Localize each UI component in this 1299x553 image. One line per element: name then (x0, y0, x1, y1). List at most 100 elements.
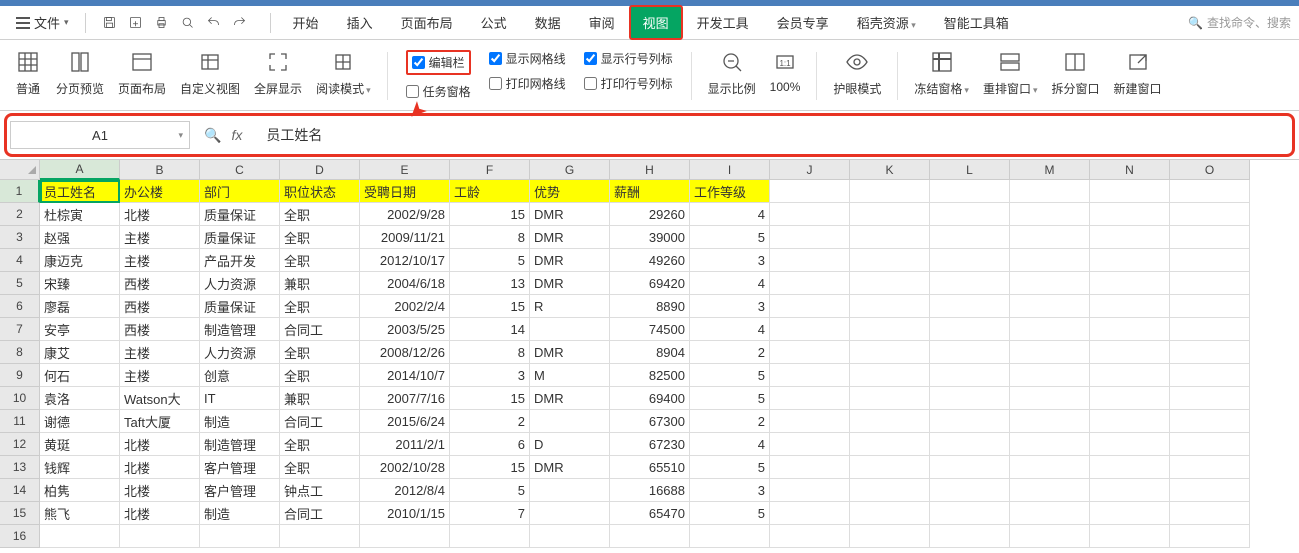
table-cell[interactable]: 5 (450, 479, 530, 502)
table-cell[interactable]: 全职 (280, 364, 360, 387)
table-cell[interactable]: 65510 (610, 456, 690, 479)
table-cell[interactable]: R (530, 295, 610, 318)
col-header-H[interactable]: H (610, 160, 690, 180)
table-cell[interactable]: 全职 (280, 295, 360, 318)
table-header-cell[interactable]: 办公楼 (120, 180, 200, 203)
col-header-J[interactable]: J (770, 160, 850, 180)
table-cell[interactable] (770, 433, 850, 456)
table-cell[interactable] (200, 525, 280, 548)
tab-start[interactable]: 开始 (279, 5, 333, 40)
table-cell[interactable]: 8 (450, 226, 530, 249)
table-cell[interactable]: 主楼 (120, 364, 200, 387)
table-cell[interactable]: 全职 (280, 226, 360, 249)
table-header-cell[interactable]: 工龄 (450, 180, 530, 203)
view-normal[interactable]: 普通 (10, 48, 46, 97)
table-cell[interactable]: 4 (690, 433, 770, 456)
table-cell[interactable] (1170, 433, 1250, 456)
print-icon[interactable] (154, 15, 170, 31)
table-cell[interactable]: 谢德 (40, 410, 120, 433)
table-cell[interactable]: 人力资源 (200, 272, 280, 295)
table-cell[interactable]: 制造 (200, 410, 280, 433)
table-cell[interactable] (1010, 249, 1090, 272)
table-cell[interactable]: 2 (690, 341, 770, 364)
table-cell[interactable]: 8890 (610, 295, 690, 318)
table-cell[interactable]: 69420 (610, 272, 690, 295)
table-cell[interactable]: 主楼 (120, 226, 200, 249)
undo-icon[interactable] (206, 15, 222, 31)
cell-grid[interactable]: 员工姓名办公楼部门职位状态受聘日期工龄优势薪酬工作等级杜棕寅北楼质量保证全职20… (40, 180, 1250, 548)
table-cell[interactable]: 钟点工 (280, 479, 360, 502)
select-all-corner[interactable] (0, 160, 40, 180)
table-cell[interactable] (850, 364, 930, 387)
table-header-cell[interactable] (1170, 180, 1250, 203)
table-cell[interactable]: 康艾 (40, 341, 120, 364)
table-cell[interactable] (1010, 203, 1090, 226)
table-cell[interactable]: 2002/2/4 (360, 295, 450, 318)
table-cell[interactable]: 北楼 (120, 479, 200, 502)
tab-member[interactable]: 会员专享 (763, 5, 843, 40)
fx-icon[interactable]: fx (231, 127, 242, 143)
table-cell[interactable] (360, 525, 450, 548)
table-cell[interactable]: IT (200, 387, 280, 410)
table-cell[interactable] (1010, 525, 1090, 548)
table-cell[interactable]: 主楼 (120, 249, 200, 272)
table-cell[interactable] (1170, 249, 1250, 272)
table-cell[interactable]: 15 (450, 203, 530, 226)
table-cell[interactable]: 82500 (610, 364, 690, 387)
redo-icon[interactable] (232, 15, 248, 31)
table-cell[interactable] (610, 525, 690, 548)
view-page-layout[interactable]: 页面布局 (114, 48, 170, 97)
table-cell[interactable]: 29260 (610, 203, 690, 226)
eye-protect[interactable]: 护眼模式 (829, 48, 885, 97)
table-cell[interactable] (1090, 226, 1170, 249)
table-cell[interactable]: 2010/1/15 (360, 502, 450, 525)
table-cell[interactable] (1090, 203, 1170, 226)
row-header[interactable]: 3 (0, 226, 40, 249)
table-cell[interactable] (770, 364, 850, 387)
table-cell[interactable]: 宋臻 (40, 272, 120, 295)
tab-insert[interactable]: 插入 (333, 5, 387, 40)
table-cell[interactable]: 质量保证 (200, 295, 280, 318)
table-header-cell[interactable] (1090, 180, 1170, 203)
check-show-gridlines-input[interactable] (489, 52, 502, 65)
table-cell[interactable] (1090, 249, 1170, 272)
table-cell[interactable] (770, 479, 850, 502)
table-cell[interactable] (1090, 433, 1170, 456)
view-reading-mode[interactable]: 阅读模式 (312, 48, 375, 97)
table-cell[interactable] (1170, 226, 1250, 249)
table-cell[interactable]: 北楼 (120, 456, 200, 479)
check-edit-bar-input[interactable] (412, 56, 425, 69)
chevron-down-icon[interactable]: ▾ (178, 130, 183, 141)
table-cell[interactable] (1010, 410, 1090, 433)
check-print-gridlines[interactable]: 打印网格线 (489, 75, 566, 92)
table-header-cell[interactable]: 部门 (200, 180, 280, 203)
table-cell[interactable] (1090, 387, 1170, 410)
table-cell[interactable]: 赵强 (40, 226, 120, 249)
table-cell[interactable] (690, 525, 770, 548)
table-cell[interactable]: 2012/10/17 (360, 249, 450, 272)
table-cell[interactable]: 15 (450, 456, 530, 479)
tab-page-layout[interactable]: 页面布局 (387, 5, 467, 40)
table-cell[interactable]: 康迈克 (40, 249, 120, 272)
table-cell[interactable]: D (530, 433, 610, 456)
table-cell[interactable]: 2 (450, 410, 530, 433)
search-icon[interactable]: 🔍 (204, 127, 221, 144)
col-header-L[interactable]: L (930, 160, 1010, 180)
col-header-A[interactable]: A (40, 160, 120, 180)
table-cell[interactable]: 3 (690, 479, 770, 502)
table-cell[interactable]: 39000 (610, 226, 690, 249)
col-header-B[interactable]: B (120, 160, 200, 180)
table-cell[interactable] (1010, 456, 1090, 479)
table-cell[interactable] (930, 433, 1010, 456)
table-cell[interactable]: 质量保证 (200, 203, 280, 226)
table-cell[interactable] (1090, 502, 1170, 525)
row-header[interactable]: 6 (0, 295, 40, 318)
table-cell[interactable] (1090, 456, 1170, 479)
tab-view[interactable]: 视图 (629, 5, 683, 40)
table-cell[interactable]: DMR (530, 203, 610, 226)
table-cell[interactable] (850, 502, 930, 525)
table-cell[interactable]: 杜棕寅 (40, 203, 120, 226)
table-cell[interactable] (930, 203, 1010, 226)
table-cell[interactable] (1170, 479, 1250, 502)
table-cell[interactable] (930, 410, 1010, 433)
